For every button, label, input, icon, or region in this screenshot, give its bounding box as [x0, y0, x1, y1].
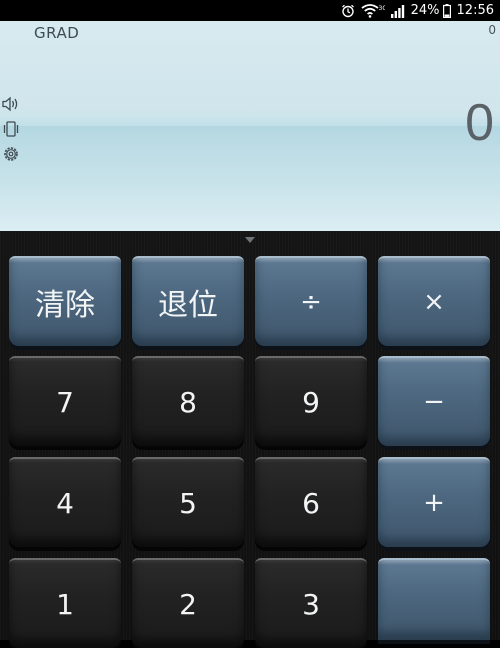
calculator-display: GRAD 0 0 — [0, 21, 500, 231]
memory-value: 0 — [488, 23, 496, 37]
alarm-icon — [341, 4, 355, 18]
digit-9-button[interactable]: 9 — [255, 356, 367, 446]
angle-mode-label[interactable]: GRAD — [34, 24, 79, 42]
digit-7-button[interactable]: 7 — [9, 356, 121, 446]
battery-percent: 24% — [410, 3, 440, 18]
divide-button[interactable]: ÷ — [255, 256, 367, 346]
status-icons: 3G 24% 12:56 — [341, 0, 494, 21]
svg-text:3G: 3G — [378, 5, 385, 12]
status-bar: 3G 24% 12:56 — [0, 0, 500, 21]
wifi-icon: 3G — [361, 3, 385, 18]
digit-1-button[interactable]: 1 — [9, 558, 121, 648]
settings-icon[interactable] — [2, 141, 22, 166]
plus-button[interactable]: + — [378, 457, 490, 547]
panel-handle-icon[interactable] — [245, 237, 255, 243]
battery-icon — [442, 3, 451, 18]
digit-6-button[interactable]: 6 — [255, 457, 367, 547]
digit-8-button[interactable]: 8 — [132, 356, 244, 446]
digit-2-button[interactable]: 2 — [132, 558, 244, 648]
backspace-button[interactable]: 退位 — [132, 256, 244, 346]
result-value: 0 — [465, 94, 494, 152]
clear-button[interactable]: 清除 — [9, 256, 121, 346]
vibrate-icon[interactable] — [2, 116, 22, 141]
equals-button[interactable] — [378, 558, 490, 640]
speaker-icon[interactable] — [2, 91, 22, 116]
display-side-icons — [2, 91, 22, 166]
status-time: 12:56 — [456, 3, 494, 18]
minus-button[interactable]: − — [378, 356, 490, 446]
multiply-button[interactable]: × — [378, 256, 490, 346]
keypad: 清除 退位 ÷ × 7 8 9 − 4 5 6 + 1 2 3 — [0, 231, 500, 648]
signal-icon — [390, 4, 405, 18]
digit-4-button[interactable]: 4 — [9, 457, 121, 547]
digit-3-button[interactable]: 3 — [255, 558, 367, 648]
digit-5-button[interactable]: 5 — [132, 457, 244, 547]
